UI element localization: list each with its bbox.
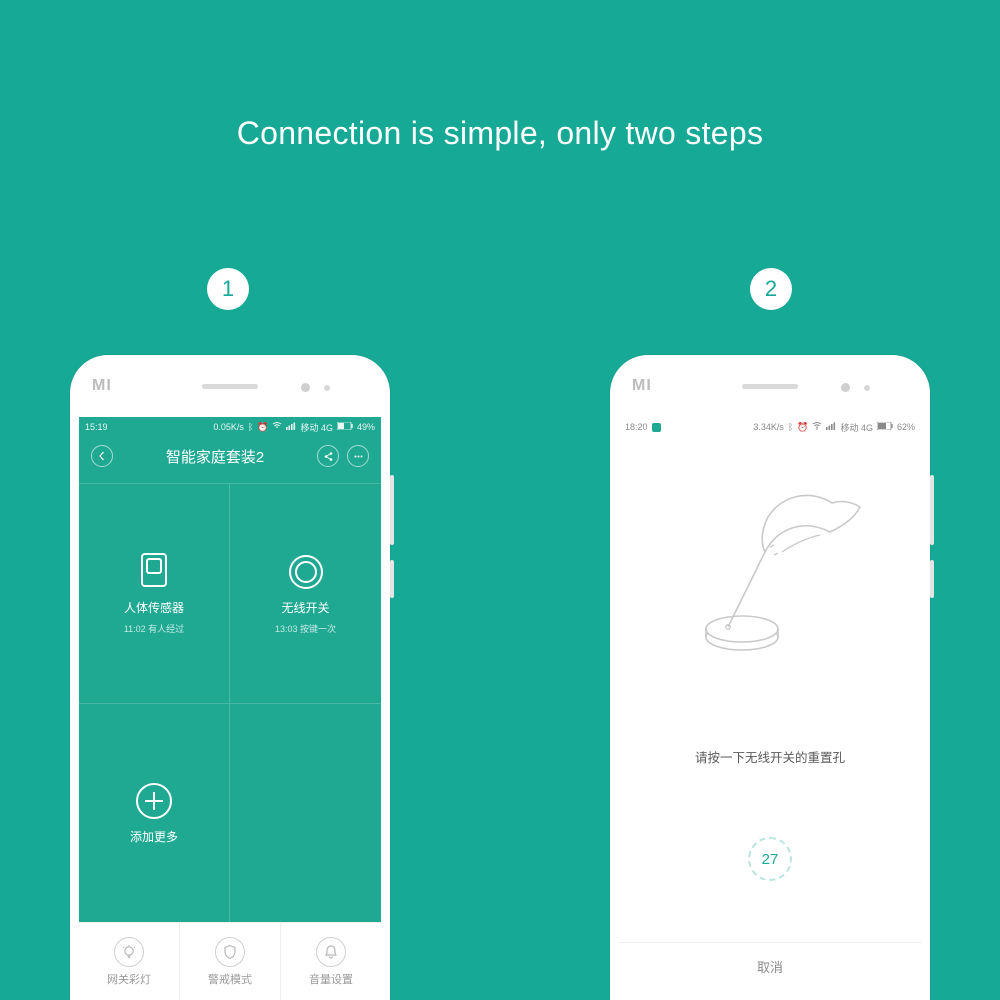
- power-button: [930, 560, 934, 598]
- speaker-grille: [202, 384, 258, 389]
- instruction-text: 请按一下无线开关的重置孔: [619, 747, 921, 766]
- front-camera: [301, 383, 310, 392]
- device-sub: 13:03 按键一次: [275, 622, 336, 635]
- status-time: 18:20: [625, 422, 648, 432]
- status-network: 移动 4G: [300, 421, 333, 434]
- add-label: 添加更多: [130, 828, 178, 845]
- shield-icon: [215, 937, 245, 967]
- phone-bezel: MI: [70, 355, 390, 417]
- status-time: 15:19: [85, 422, 108, 432]
- brand-logo: MI: [632, 377, 652, 395]
- tab-volume[interactable]: 音量设置: [281, 923, 381, 1000]
- bluetooth-icon: ᛒ: [788, 422, 793, 432]
- screen-2: 18:20 3.34K/s ᛒ ⏰ 移动 4G 62%: [619, 417, 921, 1000]
- app-content: 智能家庭套装2 人体传感器 11:02 有人经过: [79, 437, 381, 922]
- tab-label: 网关彩灯: [107, 971, 151, 987]
- tab-alarm-mode[interactable]: 警戒模式: [180, 923, 281, 1000]
- empty-cell: [230, 703, 381, 923]
- bluetooth-icon: ᛒ: [248, 422, 253, 432]
- signal-icon: [286, 422, 296, 432]
- step-badge-1: 1: [207, 268, 249, 310]
- power-button: [390, 560, 394, 598]
- alarm-icon: ⏰: [797, 422, 808, 433]
- phone-mockup-1: MI 15:19 0.05K/s ᛒ ⏰ 移动 4G: [70, 355, 390, 1000]
- signal-icon: [826, 422, 836, 432]
- alarm-icon: ⏰: [257, 422, 268, 433]
- motion-sensor-icon: [133, 551, 175, 593]
- bottom-bar: 网关彩灯 警戒模式 音量设置: [79, 922, 381, 1000]
- status-battery: 49%: [357, 422, 375, 432]
- lightbulb-icon: [114, 937, 144, 967]
- device-grid: 人体传感器 11:02 有人经过 无线开关 13:03 按键一次 添加更多: [79, 483, 381, 922]
- status-battery: 62%: [897, 422, 915, 432]
- pairing-content: 请按一下无线开关的重置孔 27 取消: [619, 437, 921, 1000]
- page-title: 智能家庭套装2: [166, 446, 264, 467]
- brand-logo: MI: [92, 377, 112, 395]
- front-camera: [841, 383, 850, 392]
- screen-1: 15:19 0.05K/s ᛒ ⏰ 移动 4G 49%: [79, 417, 381, 1000]
- front-sensor: [864, 385, 870, 391]
- status-speed: 0.05K/s: [213, 422, 244, 432]
- status-speed: 3.34K/s: [753, 422, 784, 432]
- wifi-icon: [272, 422, 282, 432]
- reset-illustration: [670, 477, 870, 677]
- speaker-grille: [742, 384, 798, 389]
- bell-icon: [316, 937, 346, 967]
- wifi-icon: [812, 422, 822, 432]
- device-label: 无线开关: [281, 599, 329, 616]
- more-button[interactable]: [347, 445, 369, 467]
- wireless-switch-icon: [285, 551, 327, 593]
- back-button[interactable]: [91, 445, 113, 467]
- battery-icon: [877, 422, 893, 432]
- tab-label: 警戒模式: [208, 971, 252, 987]
- device-wireless-switch[interactable]: 无线开关 13:03 按键一次: [230, 483, 381, 703]
- countdown-value: 27: [748, 837, 792, 881]
- share-button[interactable]: [317, 445, 339, 467]
- front-sensor: [324, 385, 330, 391]
- status-network: 移动 4G: [840, 421, 873, 434]
- phone-bezel: MI: [610, 355, 930, 417]
- headline: Connection is simple, only two steps: [0, 115, 1000, 152]
- app-indicator-icon: [652, 423, 661, 432]
- title-bar: 智能家庭套装2: [79, 437, 381, 481]
- add-device[interactable]: 添加更多: [79, 703, 230, 923]
- tab-gateway-light[interactable]: 网关彩灯: [79, 923, 180, 1000]
- volume-button: [390, 475, 394, 545]
- add-icon: [133, 780, 175, 822]
- step-badge-2: 2: [750, 268, 792, 310]
- cancel-button[interactable]: 取消: [619, 942, 921, 990]
- countdown-timer: 27: [748, 837, 792, 881]
- device-motion-sensor[interactable]: 人体传感器 11:02 有人经过: [79, 483, 230, 703]
- volume-button: [930, 475, 934, 545]
- phone-mockup-2: MI 18:20 3.34K/s ᛒ ⏰ 移动 4G: [610, 355, 930, 1000]
- device-label: 人体传感器: [124, 599, 184, 616]
- device-sub: 11:02 有人经过: [124, 622, 184, 635]
- battery-icon: [337, 422, 353, 432]
- tab-label: 音量设置: [309, 971, 353, 987]
- status-bar: 15:19 0.05K/s ᛒ ⏰ 移动 4G 49%: [79, 417, 381, 437]
- status-bar: 18:20 3.34K/s ᛒ ⏰ 移动 4G 62%: [619, 417, 921, 437]
